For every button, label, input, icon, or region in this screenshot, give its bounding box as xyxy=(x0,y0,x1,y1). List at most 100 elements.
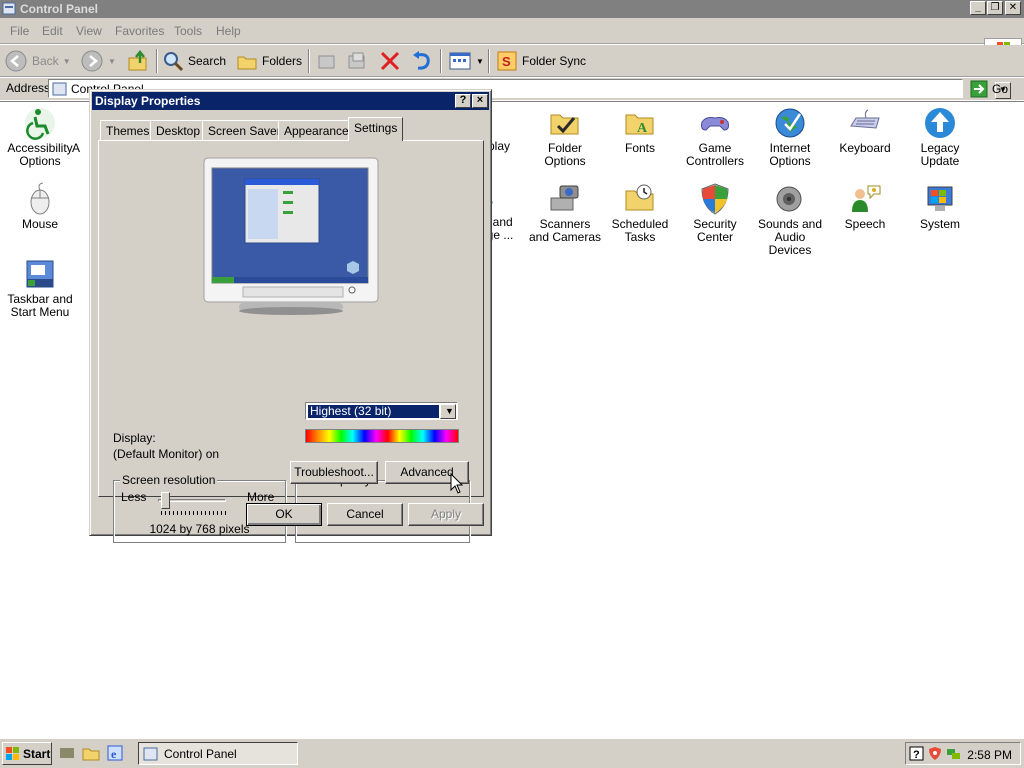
slider-ticks xyxy=(161,511,227,515)
show-desktop-icon[interactable] xyxy=(58,744,76,762)
go-button[interactable]: Go xyxy=(970,79,1008,99)
restore-button[interactable]: ❐ xyxy=(987,1,1003,15)
undo-button[interactable] xyxy=(410,49,434,73)
delete-button[interactable] xyxy=(378,49,402,73)
color-quality-select[interactable]: Highest (32 bit) ▼ xyxy=(305,402,458,420)
chevron-down-icon: ▼ xyxy=(108,56,116,66)
cancel-button[interactable]: Cancel xyxy=(327,503,403,526)
back-button[interactable]: Back ▼ xyxy=(4,49,71,73)
folders-button[interactable]: Folders xyxy=(236,49,302,73)
tab-screen-saver[interactable]: Screen Saver xyxy=(202,120,287,140)
help-button[interactable]: ? xyxy=(455,94,471,108)
cp-item-label: System xyxy=(919,217,960,231)
undo-icon xyxy=(413,51,430,70)
monitor-preview-icon xyxy=(203,157,379,315)
cp-item-label: Mouse xyxy=(21,217,59,231)
cp-item-fonts[interactable]: A Fonts xyxy=(603,106,677,155)
screen-resolution-label: Screen resolution xyxy=(120,473,218,487)
svg-text:A: A xyxy=(637,121,648,136)
cp-item-label: Taskbar and Start Menu xyxy=(7,292,73,319)
chevron-down-icon: ▼ xyxy=(445,406,454,416)
window-title-bar: Control Panel _ ❐ ✕ xyxy=(0,0,1024,18)
shield-icon xyxy=(701,183,729,215)
cp-item-label: Legacy Update xyxy=(920,141,960,168)
start-label: Start xyxy=(23,746,51,761)
menu-view[interactable]: View xyxy=(76,24,102,38)
control-panel-icon xyxy=(2,2,16,15)
up-button[interactable] xyxy=(126,49,150,73)
cp-item-label: Fonts xyxy=(624,141,655,155)
menu-edit[interactable]: Edit xyxy=(42,24,63,38)
chevron-down-icon: ▼ xyxy=(476,56,484,66)
cp-item-label: Internet Options xyxy=(769,141,811,168)
troubleshoot-button[interactable]: Troubleshoot... xyxy=(290,461,378,484)
standard-toolbar: Back ▼ ▼ Search Folders ▼ S Folder Sync xyxy=(0,45,1024,77)
more-label: More xyxy=(247,490,275,504)
internet-explorer-icon[interactable]: e xyxy=(106,744,124,762)
cp-item-security-center[interactable]: Security Center xyxy=(678,182,752,244)
menu-help[interactable]: Help xyxy=(216,24,241,38)
minimize-button[interactable]: _ xyxy=(970,1,986,15)
network-tray-icon[interactable] xyxy=(946,746,961,761)
views-button[interactable]: ▼ xyxy=(448,49,484,73)
copy-to-button[interactable] xyxy=(346,49,368,73)
menu-tools[interactable]: Tools xyxy=(174,24,202,38)
search-label: Search xyxy=(188,54,227,68)
cp-item-label: Game Controllers xyxy=(685,141,745,168)
cp-item-taskbar-and-start-menu[interactable]: Taskbar and Start Menu xyxy=(3,257,77,319)
taskbar-button-control-panel[interactable]: Control Panel xyxy=(138,742,298,765)
globe-icon xyxy=(775,108,805,138)
color-dropdown-button[interactable]: ▼ xyxy=(440,404,456,419)
quick-launch: e xyxy=(58,744,124,762)
svg-text:e: e xyxy=(111,747,117,761)
cp-item-accessibility-options[interactable]: Accessibility Options xyxy=(3,106,77,168)
help-tray-icon[interactable]: ? xyxy=(909,746,924,761)
dialog-close-button[interactable]: × xyxy=(472,94,488,108)
less-label: Less xyxy=(121,490,147,504)
ok-button[interactable]: OK xyxy=(246,503,322,526)
speech-icon xyxy=(852,185,881,212)
tab-desktop[interactable]: Desktop xyxy=(150,120,207,140)
cp-item-internet-options[interactable]: Internet Options xyxy=(753,106,827,168)
tab-appearance[interactable]: Appearance xyxy=(278,120,355,140)
cp-item-sounds-and-audio-devices[interactable]: Sounds and Audio Devices xyxy=(753,182,827,257)
control-panel-icon xyxy=(143,747,158,760)
cp-item-scheduled-tasks[interactable]: Scheduled Tasks xyxy=(603,182,677,244)
views-icon xyxy=(449,52,471,70)
move-to-icon xyxy=(318,55,335,69)
menu-file[interactable]: File xyxy=(10,24,29,38)
cp-item-folder-options[interactable]: Folder Options xyxy=(528,106,602,168)
windows-logo-icon xyxy=(6,746,19,760)
resolution-slider-thumb[interactable] xyxy=(160,492,170,509)
tab-themes[interactable]: Themes xyxy=(100,120,156,140)
apply-button[interactable]: Apply xyxy=(408,503,484,526)
security-shield-tray-icon[interactable] xyxy=(928,746,943,761)
tab-settings[interactable]: Settings xyxy=(348,117,404,141)
display-properties-dialog: Display Properties ? × Themes Desktop Sc… xyxy=(89,89,492,543)
cp-item-scanners-and-cameras[interactable]: Scanners and Cameras xyxy=(528,182,602,244)
cp-item-system[interactable]: System xyxy=(903,182,977,231)
folder-sync-icon: S xyxy=(497,51,517,71)
cp-item-keyboard[interactable]: Keyboard xyxy=(828,106,902,155)
menu-favorites[interactable]: Favorites xyxy=(115,24,164,38)
explorer-folder-icon[interactable] xyxy=(82,744,100,762)
folder-sync-button[interactable]: S Folder Sync xyxy=(496,49,586,73)
chevron-down-icon: ▼ xyxy=(62,56,71,66)
cp-item-legacy-update[interactable]: Legacy Update xyxy=(903,106,977,168)
cp-item-label: A xyxy=(72,141,81,155)
close-button[interactable]: ✕ xyxy=(1005,1,1021,15)
dialog-title-bar[interactable]: Display Properties ? × xyxy=(92,92,489,110)
cp-item-speech[interactable]: Speech xyxy=(828,182,902,231)
move-to-button[interactable] xyxy=(316,49,338,73)
delete-x-icon xyxy=(380,51,400,71)
system-computer-icon xyxy=(927,186,953,211)
cp-item-label: Scheduled Tasks xyxy=(611,217,669,244)
display-label: Display: xyxy=(113,431,156,445)
folders-icon xyxy=(237,56,257,70)
search-button[interactable]: Search xyxy=(162,49,226,73)
cp-item-game-controllers[interactable]: Game Controllers xyxy=(678,106,752,168)
forward-button[interactable]: ▼ xyxy=(80,49,116,73)
cp-item-mouse[interactable]: Mouse xyxy=(3,182,77,231)
start-button[interactable]: Start xyxy=(2,742,52,765)
speaker-icon xyxy=(776,186,802,212)
